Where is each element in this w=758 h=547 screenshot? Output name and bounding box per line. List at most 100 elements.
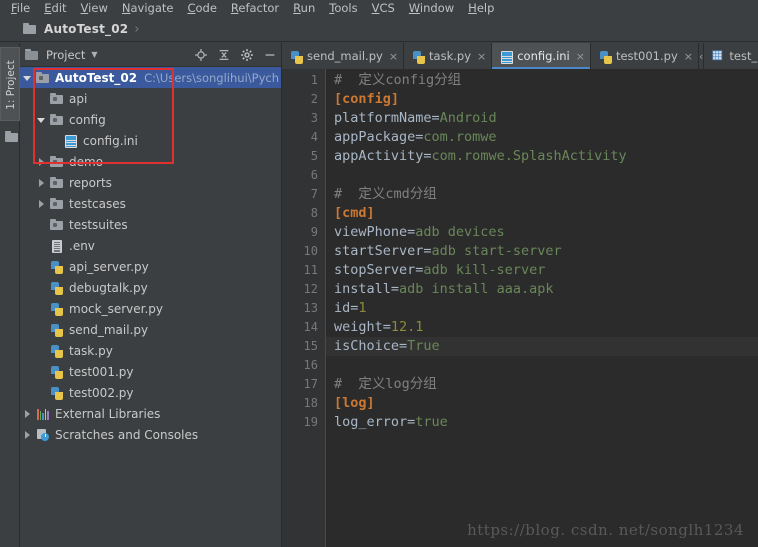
tree-item-label: .env [69,239,95,253]
menu-item-navigate[interactable]: Navigate [115,0,181,17]
chevron-right-icon[interactable] [36,156,47,167]
tree-item-api[interactable]: api [20,88,281,109]
code-token: Android [440,110,497,126]
menu-bar: FileEditViewNavigateCodeRefactorRunTools… [0,0,758,17]
tree-item-label: send_mail.py [69,323,148,337]
ini-file-icon [63,133,79,149]
tree-item-reports[interactable]: reports [20,172,281,193]
python-file-icon [49,259,65,275]
chevron-right-icon[interactable] [36,177,47,188]
line-number: 5 [282,147,318,166]
tree-item-test002-py[interactable]: test002.py [20,382,281,403]
code-line-1[interactable]: # 定义config分组 [326,71,758,90]
project-file-tree[interactable]: AutoTest_02C:\Users\songlihui\Pychapi con… [20,67,281,547]
code-line-12[interactable]: install=adb install aaa.apk [326,280,758,299]
tree-item-config-ini[interactable]: config.ini [20,130,281,151]
hide-minus-icon[interactable] [263,48,277,62]
line-number: 17 [282,375,318,394]
tree-item-send-mail-py[interactable]: send_mail.py [20,319,281,340]
code-line-8[interactable]: [cmd] [326,204,758,223]
tree-item-testcases[interactable]: testcases [20,193,281,214]
tree-item-autotest-02[interactable]: AutoTest_02C:\Users\songlihui\Pych [20,67,281,88]
menu-item-edit[interactable]: Edit [37,0,73,17]
code-line-10[interactable]: startServer=adb start-server [326,242,758,261]
code-line-3[interactable]: platformName=Android [326,109,758,128]
tree-item-demo[interactable]: demo [20,151,281,172]
line-number: 8 [282,204,318,223]
code-line-2[interactable]: [config] [326,90,758,109]
code-line-7[interactable]: # 定义cmd分组 [326,185,758,204]
tree-item-config[interactable]: config [20,109,281,130]
code-content[interactable]: # 定义config分组[config]platformName=Android… [326,69,758,547]
code-line-5[interactable]: appActivity=com.romwe.SplashActivity [326,147,758,166]
tree-item-api-server-py[interactable]: api_server.py [20,256,281,277]
locate-icon[interactable] [194,48,208,62]
tree-item--env[interactable]: .env [20,235,281,256]
line-number: 3 [282,109,318,128]
tree-item-label: testsuites [69,218,128,232]
tree-item-mock-server-py[interactable]: mock_server.py [20,298,281,319]
menu-item-window[interactable]: Window [402,0,461,17]
code-line-17[interactable]: # 定义log分组 [326,375,758,394]
editor-gutter: 12345678910111213141516171819 [282,69,326,547]
code-line-11[interactable]: stopServer=adb kill-server [326,261,758,280]
menu-item-refactor[interactable]: Refactor [224,0,286,17]
close-icon[interactable]: × [389,50,398,63]
python-file-icon [49,385,65,401]
tree-item-external-libraries[interactable]: External Libraries [20,403,281,424]
close-icon[interactable]: × [477,50,486,63]
chevron-down-icon[interactable] [22,72,33,83]
menu-item-vcs[interactable]: VCS [365,0,402,17]
editor-tab-task-py[interactable]: task.py× [404,43,492,69]
tree-arrow-placeholder [36,240,47,251]
breadcrumb[interactable]: AutoTest_02 › [0,21,140,37]
tree-item-label: config [69,113,106,127]
tool-window-button-project[interactable]: 1: Project [0,47,20,121]
code-token: adb start-server [432,243,562,259]
menu-item-help[interactable]: Help [461,0,501,17]
menu-item-code[interactable]: Code [180,0,223,17]
chevron-right-icon[interactable] [22,429,33,440]
code-line-18[interactable]: [log] [326,394,758,413]
code-line-6[interactable] [326,166,758,185]
close-icon[interactable]: × [684,50,693,63]
chevron-down-icon[interactable]: ▼ [91,50,97,59]
tree-item-scratches-and-consoles[interactable]: Scratches and Consoles [20,424,281,445]
editor-tab-config-ini[interactable]: config.ini× [492,43,591,69]
code-token: true [415,414,448,430]
menu-item-file[interactable]: File [4,0,37,17]
chevron-right-icon[interactable] [22,408,33,419]
code-line-15[interactable]: isChoice=True [326,337,758,356]
tree-item-label: config.ini [83,134,138,148]
tree-item-task-py[interactable]: task.py [20,340,281,361]
tree-arrow-placeholder [50,135,61,146]
menu-item-view[interactable]: View [74,0,115,17]
tree-item-testsuites[interactable]: testsuites [20,214,281,235]
code-token: install= [334,281,399,297]
editor-tab-test-[interactable]: test_ [704,43,758,69]
strip-folder-icon[interactable] [4,129,18,143]
menu-item-run[interactable]: Run [286,0,322,17]
chevron-down-icon[interactable] [36,114,47,125]
code-line-19[interactable]: log_error=true [326,413,758,432]
code-line-14[interactable]: weight=12.1 [326,318,758,337]
menu-item-tools[interactable]: Tools [322,0,364,17]
code-line-9[interactable]: viewPhone=adb devices [326,223,758,242]
close-icon[interactable]: × [576,50,585,63]
collapse-all-icon[interactable] [217,48,231,62]
tree-arrow-placeholder [36,303,47,314]
code-token: [cmd] [334,205,375,221]
tree-item-debugtalk-py[interactable]: debugtalk.py [20,277,281,298]
code-token: startServer= [334,243,432,259]
editor-tab-label: test_ [729,49,757,63]
code-line-13[interactable]: id=1 [326,299,758,318]
settings-gear-icon[interactable] [240,48,254,62]
code-line-4[interactable]: appPackage=com.romwe [326,128,758,147]
editor-tab-send-mail-py[interactable]: send_mail.py× [282,43,404,69]
code-line-16[interactable] [326,356,758,375]
line-number: 4 [282,128,318,147]
code-token: weight= [334,319,391,335]
chevron-right-icon[interactable] [36,198,47,209]
editor-tab-test001-py[interactable]: test001.py× [591,43,699,69]
tree-item-test001-py[interactable]: test001.py [20,361,281,382]
